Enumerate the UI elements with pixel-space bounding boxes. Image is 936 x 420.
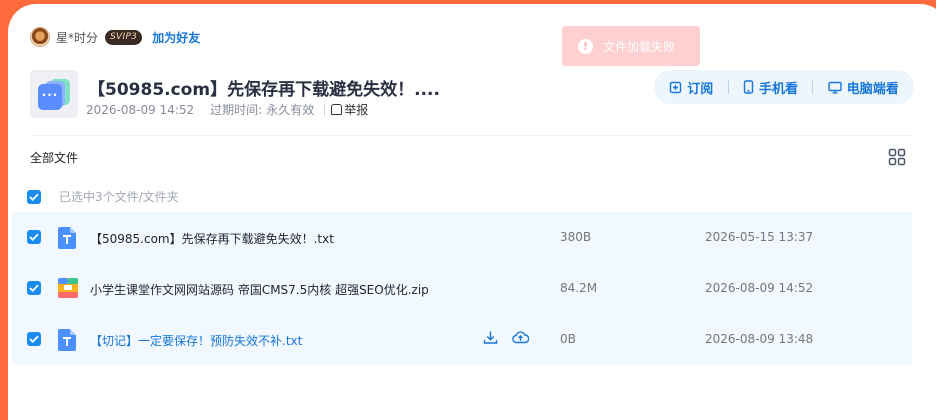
expire-label: 过期时间: <box>210 103 263 117</box>
sharer-name[interactable]: 星*时分 <box>56 29 98 46</box>
warning-icon: ! <box>578 38 593 54</box>
download-icon[interactable] <box>483 330 498 345</box>
desktop-view-button[interactable]: 电脑端看 <box>828 78 899 97</box>
txt-file-icon <box>58 329 76 355</box>
phone-view-label: 手机看 <box>758 81 798 97</box>
report-icon <box>331 104 343 115</box>
check-icon <box>29 284 39 292</box>
row-checkbox[interactable] <box>27 230 41 244</box>
header-divider <box>30 135 912 136</box>
file-date: 2026-05-15 13:37 <box>705 230 814 244</box>
divider <box>727 80 729 94</box>
subscribe-label: 订阅 <box>687 81 714 97</box>
select-all-row: 已选中3个文件/文件夹 <box>27 188 179 205</box>
toast-message: 文件加载失败 <box>603 39 676 54</box>
breadcrumb[interactable]: 全部文件 <box>30 149 78 166</box>
select-all-checkbox[interactable] <box>27 189 41 204</box>
folder-thumbnail-icon: ··· <box>30 70 78 118</box>
report-label: 举报 <box>344 103 369 117</box>
file-name[interactable]: 【切记】一定要保存！预防失效不补.txt <box>90 332 302 349</box>
share-page-card: 星*时分 SVIP3 加为好友 ! 文件加载失败 ··· 【50985.com】… <box>8 4 936 420</box>
file-size: 0B <box>560 332 576 346</box>
grid-view-icon[interactable] <box>888 148 906 170</box>
check-icon <box>29 335 39 343</box>
desktop-view-label: 电脑端看 <box>846 81 899 97</box>
view-options-bar: 订阅 手机看 电脑端看 <box>654 70 914 104</box>
check-icon <box>29 193 39 201</box>
list-item[interactable]: 【50985.com】先保存再下载避免失效！.txt 380B 2026-05-… <box>12 212 912 263</box>
divider <box>324 103 326 116</box>
file-size: 84.2M <box>560 281 598 295</box>
zip-file-icon <box>58 278 78 302</box>
error-toast: ! 文件加载失败 <box>562 26 700 66</box>
share-meta: 2026-08-09 14:52 过期时间: 永久有效 举报 <box>86 101 368 118</box>
txt-file-icon <box>58 227 76 253</box>
check-icon <box>29 233 39 241</box>
svip-badge: SVIP3 <box>105 29 143 45</box>
subscribe-icon <box>669 81 682 93</box>
divider <box>812 80 814 94</box>
file-list: 【50985.com】先保存再下载避免失效！.txt 380B 2026-05-… <box>12 212 912 365</box>
share-created-time: 2026-08-09 14:52 <box>86 102 195 117</box>
sharer-info: 星*时分 SVIP3 加为好友 <box>30 26 200 48</box>
save-to-cloud-icon[interactable] <box>512 330 529 345</box>
report-button[interactable]: 举报 <box>331 101 368 118</box>
list-item[interactable]: 小学生课堂作文网网站源码 帝国CMS7.5内核 超强SEO优化.zip 84.2… <box>12 263 912 314</box>
selection-count: 已选中3个文件/文件夹 <box>59 190 179 204</box>
row-checkbox[interactable] <box>27 281 41 295</box>
file-date: 2026-08-09 13:48 <box>705 332 814 346</box>
monitor-icon <box>828 81 842 94</box>
file-name[interactable]: 小学生课堂作文网网站源码 帝国CMS7.5内核 超强SEO优化.zip <box>90 281 429 298</box>
phone-icon <box>743 80 754 94</box>
subscribe-button[interactable]: 订阅 <box>669 78 713 97</box>
phone-view-button[interactable]: 手机看 <box>743 78 798 97</box>
share-title: 【50985.com】先保存再下载避免失效！.... <box>88 80 440 100</box>
file-date: 2026-08-09 14:52 <box>705 281 814 295</box>
row-checkbox[interactable] <box>27 332 41 346</box>
expire-value: 永久有效 <box>266 103 315 117</box>
add-friend-link[interactable]: 加为好友 <box>152 29 200 46</box>
list-item[interactable]: 【切记】一定要保存！预防失效不补.txt 0B 2026-08-09 13:48 <box>12 314 912 365</box>
row-actions <box>483 330 529 345</box>
file-size: 380B <box>560 230 592 244</box>
file-name[interactable]: 【50985.com】先保存再下载避免失效！.txt <box>90 230 334 247</box>
avatar[interactable] <box>30 27 50 47</box>
